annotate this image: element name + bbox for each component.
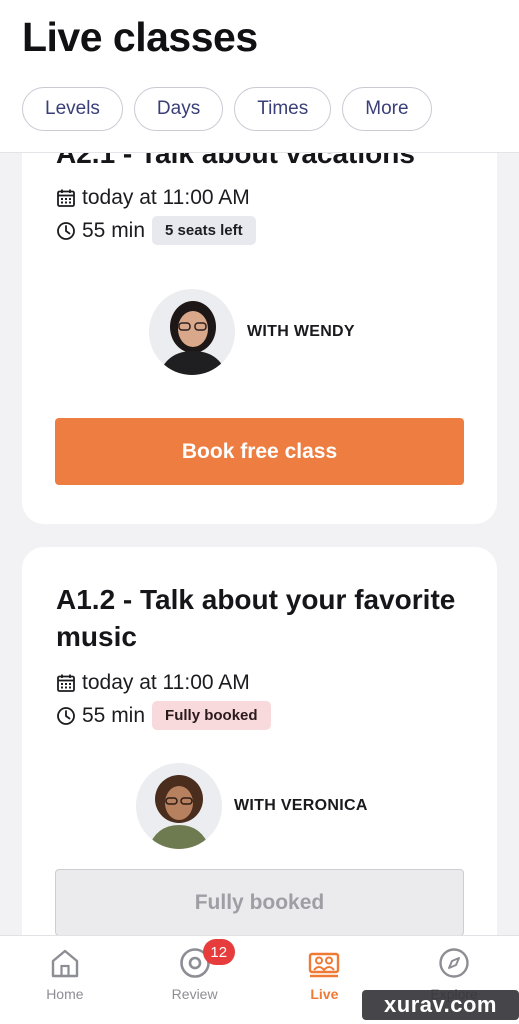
clock-icon: [57, 706, 75, 725]
class-date: today at 11:00 AM: [82, 671, 250, 694]
live-icon: [309, 952, 340, 978]
class-date: today at 11:00 AM: [82, 186, 250, 209]
nav-home-label: Home: [46, 986, 84, 1002]
clock-icon: [57, 221, 75, 240]
filter-more-chip[interactable]: More: [342, 87, 432, 131]
header: Live classes Levels Days Times More: [0, 0, 519, 153]
class-duration: 55 min: [82, 703, 146, 727]
book-free-class-button[interactable]: Book free class: [55, 418, 464, 485]
teacher-avatar: [149, 289, 235, 375]
nav-home[interactable]: Home: [0, 936, 130, 1024]
teacher-name: WITH VERONICA: [234, 797, 368, 814]
class-title: A2.1 - Talk about vacations: [56, 153, 415, 169]
fully-booked-button[interactable]: Fully booked: [55, 869, 464, 935]
nav-review[interactable]: 12 Review: [130, 936, 260, 1024]
nav-review-label: Review: [171, 986, 218, 1002]
filter-levels-chip[interactable]: Levels: [22, 87, 123, 131]
class-duration: 55 min: [82, 218, 146, 242]
calendar-icon: [57, 189, 75, 207]
page-title: Live classes: [22, 14, 258, 60]
review-count-badge: 12: [202, 939, 235, 965]
teacher-avatar: [136, 763, 222, 849]
class-date-row: today at 11:00 AM: [56, 671, 250, 695]
filter-times-chip[interactable]: Times: [234, 87, 332, 131]
teacher-name: WITH WENDY: [247, 323, 355, 340]
class-duration-row: 55 min Fully booked: [56, 701, 271, 730]
watermark: xurav.com: [362, 990, 519, 1020]
teacher-row: WITH WENDY: [149, 289, 355, 375]
class-duration-row: 55 min 5 seats left: [56, 216, 256, 245]
class-card: A1.2 - Talk about your favorite music to…: [22, 547, 497, 935]
class-title: A1.2 - Talk about your favorite music: [56, 584, 456, 652]
calendar-icon: [57, 674, 75, 692]
nav-live-label: Live: [310, 986, 339, 1002]
teacher-row: WITH VERONICA: [136, 763, 368, 849]
filter-days-chip[interactable]: Days: [133, 87, 224, 131]
filter-chips: Levels Days Times More: [22, 87, 432, 131]
class-list[interactable]: A2.1 - Talk about vacations today at 11:…: [0, 153, 519, 935]
seats-left-badge: 5 seats left: [152, 216, 256, 245]
fully-booked-badge: Fully booked: [152, 701, 271, 730]
compass-icon: [439, 948, 469, 978]
home-icon: [51, 949, 79, 978]
class-card: A2.1 - Talk about vacations today at 11:…: [22, 153, 497, 524]
class-date-row: today at 11:00 AM: [56, 186, 250, 210]
